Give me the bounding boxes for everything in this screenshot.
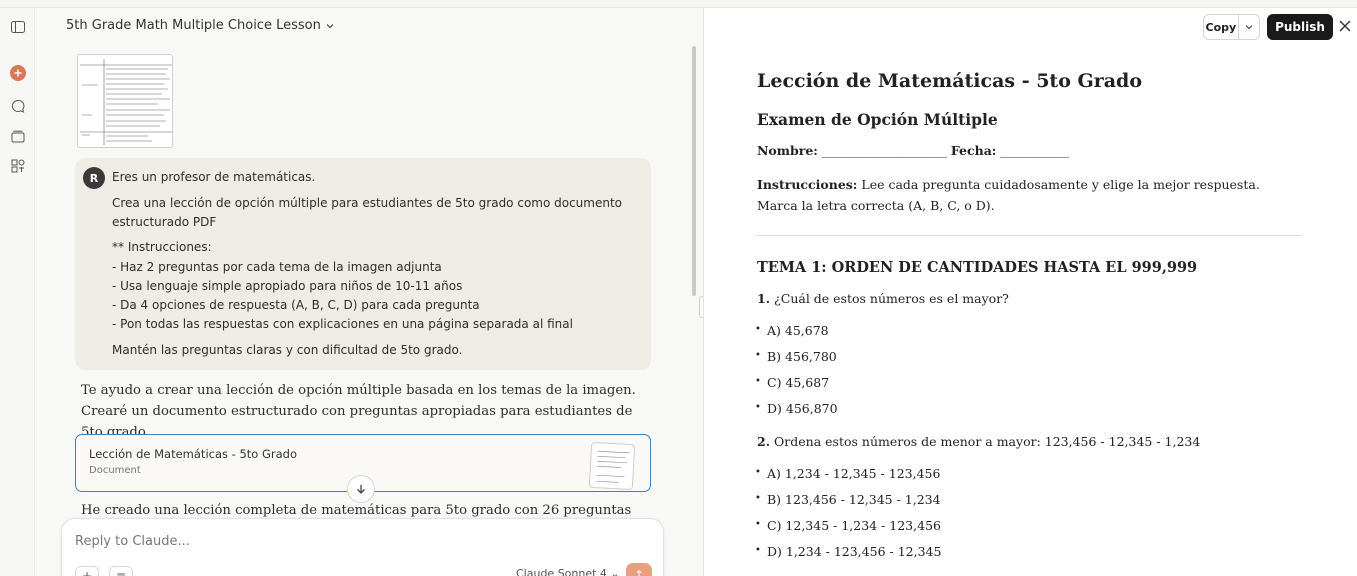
question: 1. ¿Cuál de estos números es el mayor? xyxy=(757,291,1009,306)
date-label: Fecha: xyxy=(950,143,997,158)
projects-icon[interactable] xyxy=(10,128,26,144)
tools-button[interactable]: ≡ xyxy=(109,566,133,576)
user-message-line: - Usa lenguaje simple apropiado para niñ… xyxy=(112,279,463,293)
user-message-line: Mantén las preguntas claras y con dificu… xyxy=(112,343,463,357)
user-message: R Eres un profesor de matemáticas. Crea … xyxy=(75,158,651,370)
date-blank: ___________ xyxy=(1000,143,1070,158)
reply-input[interactable]: Reply to Claude... xyxy=(75,534,190,549)
answer-option: B) 456,780 xyxy=(755,349,837,364)
question-text: ¿Cuál de estos números es el mayor? xyxy=(774,291,1009,306)
instructions-label: Instrucciones: xyxy=(757,177,858,192)
user-message-line: - Da 4 opciones de respuesta (A, B, C, D… xyxy=(112,298,480,312)
copy-options-button[interactable] xyxy=(1239,15,1259,39)
chat-title: 5th Grade Math Multiple Choice Lesson xyxy=(66,18,321,33)
model-selector[interactable]: Claude Sonnet 4 ⌄ xyxy=(516,567,620,576)
answer-option: C) 45,687 xyxy=(755,375,829,390)
user-message-line: Crea una lección de opción múltiple para… xyxy=(112,196,623,229)
instructions: Instrucciones: Lee cada pregunta cuidado… xyxy=(757,174,1302,216)
chat-title-menu[interactable]: 5th Grade Math Multiple Choice Lesson xyxy=(66,18,335,33)
name-label: Nombre: xyxy=(757,143,818,158)
document-subtitle: Examen de Opción Múltiple xyxy=(757,110,998,129)
copy-button-group[interactable]: Copy xyxy=(1203,14,1260,40)
topic-heading: TEMA 1: ORDEN DE CANTIDADES HASTA EL 999… xyxy=(757,259,1198,276)
model-label: Claude Sonnet 4 xyxy=(516,567,607,576)
copy-button[interactable]: Copy xyxy=(1204,15,1239,39)
user-message-line: Eres un profesor de matemáticas. xyxy=(112,170,316,184)
name-date-line: Nombre: ____________________ Fecha: ____… xyxy=(757,143,1069,158)
artifacts-icon[interactable] xyxy=(10,158,26,174)
question-number: 1. xyxy=(757,291,771,306)
chats-icon[interactable] xyxy=(10,98,26,114)
question-text: Ordena estos números de menor a mayor: 1… xyxy=(774,434,1201,449)
close-icon[interactable] xyxy=(1338,18,1354,34)
chat-scrollbar[interactable] xyxy=(692,46,696,296)
artifact-title: Lección de Matemáticas - 5to Grado xyxy=(89,447,297,461)
avatar: R xyxy=(83,167,105,189)
user-message-line: - Pon todas las respuestas con explicaci… xyxy=(112,317,573,331)
reply-box[interactable]: Reply to Claude... + ≡ Claude Sonnet 4 ⌄… xyxy=(61,518,664,576)
sliders-icon: ≡ xyxy=(115,569,127,576)
question-number: 2. xyxy=(757,434,771,449)
new-chat-icon[interactable] xyxy=(10,65,26,81)
scroll-down-button[interactable] xyxy=(347,475,375,503)
user-message-line: - Haz 2 preguntas por cada tema de la im… xyxy=(112,260,442,274)
plus-icon: + xyxy=(81,569,93,576)
document-title: Lección de Matemáticas - 5to Grado xyxy=(757,70,1142,92)
name-blank: ____________________ xyxy=(821,143,947,158)
answer-option: B) 123,456 - 12,345 - 1,234 xyxy=(755,492,941,507)
artifact-panel: Copy Publish Lección de Matemáticas - 5t… xyxy=(703,8,1357,576)
sidebar-toggle-icon[interactable] xyxy=(10,19,26,35)
user-message-line: ** Instrucciones: xyxy=(112,240,212,254)
arrow-down-icon xyxy=(357,485,365,494)
answer-option: A) 1,234 - 12,345 - 123,456 xyxy=(755,466,940,481)
answer-option: A) 45,678 xyxy=(755,323,829,338)
send-button[interactable]: ↑ xyxy=(626,563,652,576)
divider xyxy=(757,235,1302,236)
chevron-down-icon xyxy=(326,23,334,28)
document-preview-icon xyxy=(588,441,636,491)
publish-button[interactable]: Publish xyxy=(1267,14,1333,40)
add-attachment-button[interactable]: + xyxy=(75,566,99,576)
artifact-type: Document xyxy=(89,465,141,476)
window-top-strip xyxy=(0,0,1357,8)
left-rail xyxy=(0,8,35,576)
answer-option: D) 1,234 - 123,456 - 12,345 xyxy=(755,544,941,559)
attached-image-thumbnail[interactable] xyxy=(77,54,173,148)
answer-option: D) 456,870 xyxy=(755,401,838,416)
answer-option: C) 12,345 - 1,234 - 123,456 xyxy=(755,518,941,533)
chat-panel: 5th Grade Math Multiple Choice Lesson R … xyxy=(36,8,702,576)
chevron-down-icon xyxy=(1245,25,1253,30)
arrow-up-icon: ↑ xyxy=(633,568,645,576)
question: 2. Ordena estos números de menor a mayor… xyxy=(757,434,1200,449)
